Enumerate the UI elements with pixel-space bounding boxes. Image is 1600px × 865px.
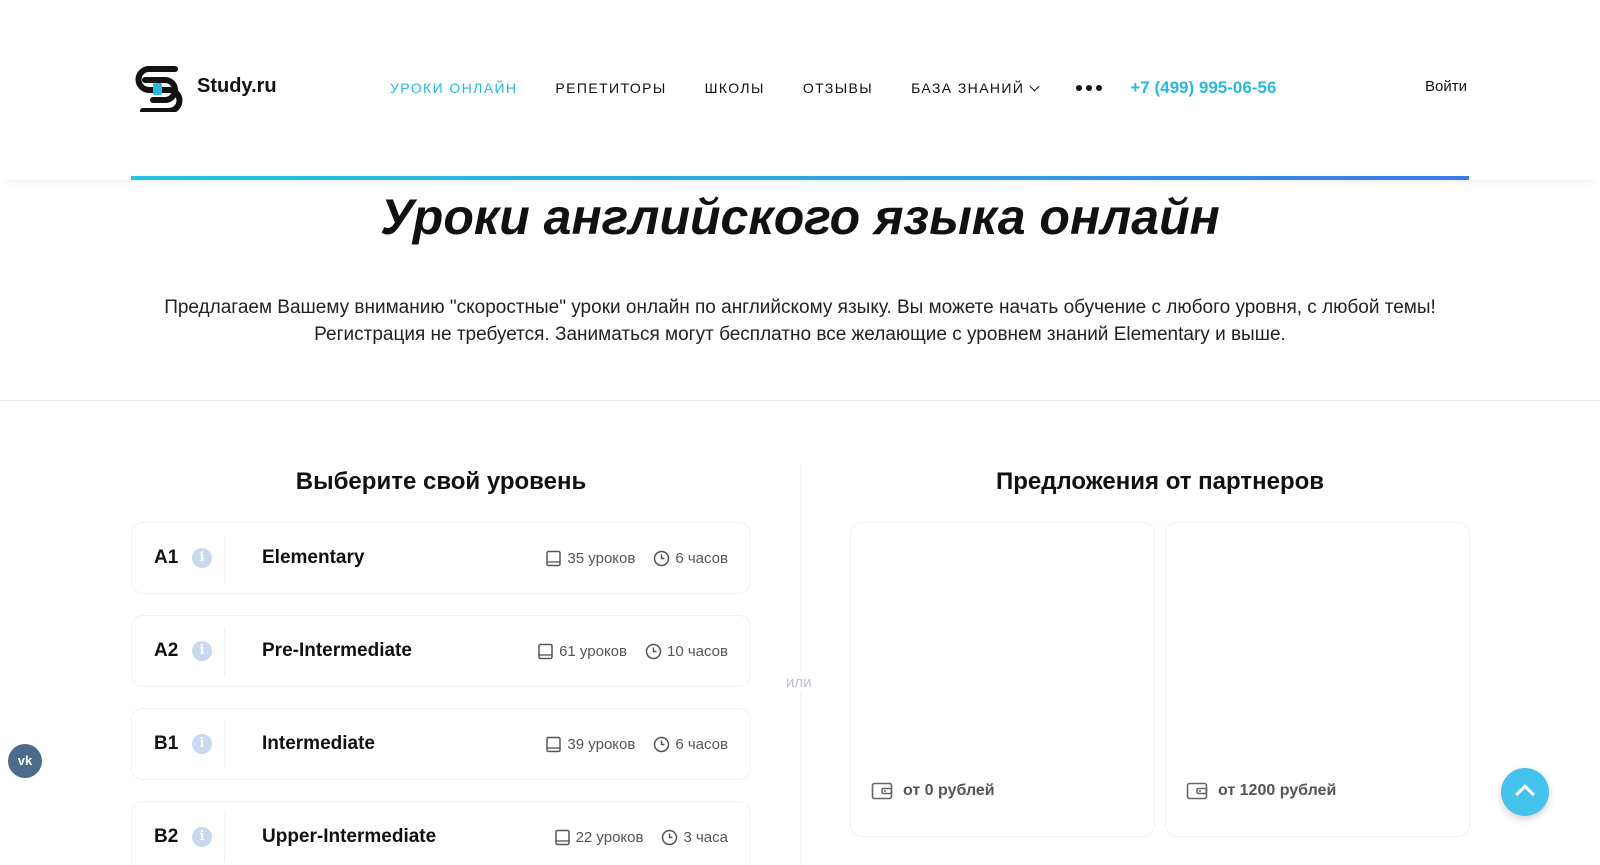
chevron-down-icon (1029, 81, 1040, 92)
lessons-count: 35 уроков (567, 550, 636, 567)
level-meta: 22 уроков 3 часа (554, 829, 728, 846)
nav-reviews[interactable]: Отзывы (803, 80, 873, 96)
logo-text: Study.ru (197, 74, 277, 97)
info-icon[interactable]: i (192, 548, 212, 568)
wallet-icon (871, 782, 893, 800)
price-text: от 1200 рублей (1218, 782, 1337, 799)
divider (224, 721, 225, 769)
hours-count: 3 часа (683, 829, 728, 846)
info-icon[interactable]: i (192, 734, 212, 754)
logo-icon (135, 66, 183, 112)
price-info: от 0 рублей (871, 781, 995, 801)
divider (224, 535, 225, 583)
level-card-b1[interactable]: B1 i Intermediate 39 уроков 6 часов (131, 708, 751, 780)
level-card-a1[interactable]: A1 i Elementary 35 уроков 6 часов (131, 522, 751, 594)
more-menu-icon[interactable] (1076, 85, 1103, 91)
price-info: от 1200 рублей (1186, 781, 1336, 801)
nav-schools[interactable]: Школы (705, 80, 765, 96)
clock-icon (645, 643, 662, 660)
partner-card[interactable]: от 1200 рублей (1165, 522, 1470, 837)
nav-knowledge-base-label: База знаний (911, 80, 1025, 96)
lessons-count: 61 уроков (559, 643, 627, 660)
page-title: Уроки английского языка онлайн (380, 189, 1220, 245)
section-divider (0, 400, 1600, 401)
site-header: Study.ru Уроки онлайн Репетиторы Школы О… (0, 0, 1600, 180)
info-icon[interactable]: i (192, 827, 212, 847)
level-meta: 35 уроков 6 часов (545, 550, 728, 567)
clock-icon (662, 829, 678, 846)
level-name: Elementary (262, 547, 365, 568)
level-card-a2[interactable]: A2 i Pre-Intermediate 61 уроков 10 часов (131, 615, 751, 687)
partner-card[interactable]: от 0 рублей (850, 522, 1155, 837)
logo[interactable]: Study.ru (131, 60, 277, 112)
levels-title: Выберите свой уровень (295, 468, 587, 495)
book-icon (538, 643, 553, 660)
level-name: Intermediate (262, 733, 375, 754)
main-nav: Уроки онлайн Репетиторы Школы Отзывы Баз… (390, 78, 1276, 98)
level-code: A2 (154, 640, 179, 661)
wallet-icon (1186, 782, 1208, 800)
nav-lessons-online[interactable]: Уроки онлайн (390, 80, 517, 96)
clock-icon (654, 550, 670, 567)
level-meta: 39 уроков 6 часов (545, 736, 728, 753)
divider (224, 628, 225, 676)
or-label: или (786, 672, 812, 693)
partners-title: Предложения от партнеров (995, 468, 1325, 495)
scroll-to-top-button[interactable] (1501, 768, 1549, 816)
hours-count: 6 часов (675, 736, 728, 753)
lessons-count: 39 уроков (567, 736, 636, 753)
level-card-b2[interactable]: B2 i Upper-Intermediate 22 уроков 3 часа (131, 801, 751, 865)
level-code: B1 (154, 733, 179, 754)
clock-icon (654, 736, 670, 753)
level-meta: 61 уроков 10 часов (537, 643, 728, 660)
column-separator (800, 465, 801, 865)
level-code: A1 (154, 547, 179, 568)
level-name: Pre-Intermediate (262, 640, 412, 661)
vk-icon[interactable]: vk (8, 744, 42, 778)
nav-knowledge-base[interactable]: База знаний (911, 80, 1040, 96)
phone-link[interactable]: +7 (499) 995-06-56 (1130, 78, 1276, 98)
level-code: B2 (154, 826, 179, 847)
level-name: Upper-Intermediate (262, 826, 437, 847)
login-link[interactable]: Войти (1425, 78, 1467, 95)
hours-count: 10 часов (667, 643, 728, 660)
book-icon (554, 829, 570, 846)
page-intro-text: Предлагаем Вашему вниманию "скоростные" … (164, 297, 1436, 345)
book-icon (546, 736, 562, 753)
divider (224, 814, 225, 862)
lessons-count: 22 уроков (575, 829, 644, 846)
nav-tutors[interactable]: Репетиторы (555, 80, 666, 96)
header-gradient-line (131, 176, 1469, 180)
hours-count: 6 часов (675, 550, 728, 567)
info-icon[interactable]: i (192, 641, 212, 661)
chevron-up-icon (1515, 784, 1535, 804)
price-text: от 0 рублей (903, 782, 995, 799)
book-icon (546, 550, 562, 567)
